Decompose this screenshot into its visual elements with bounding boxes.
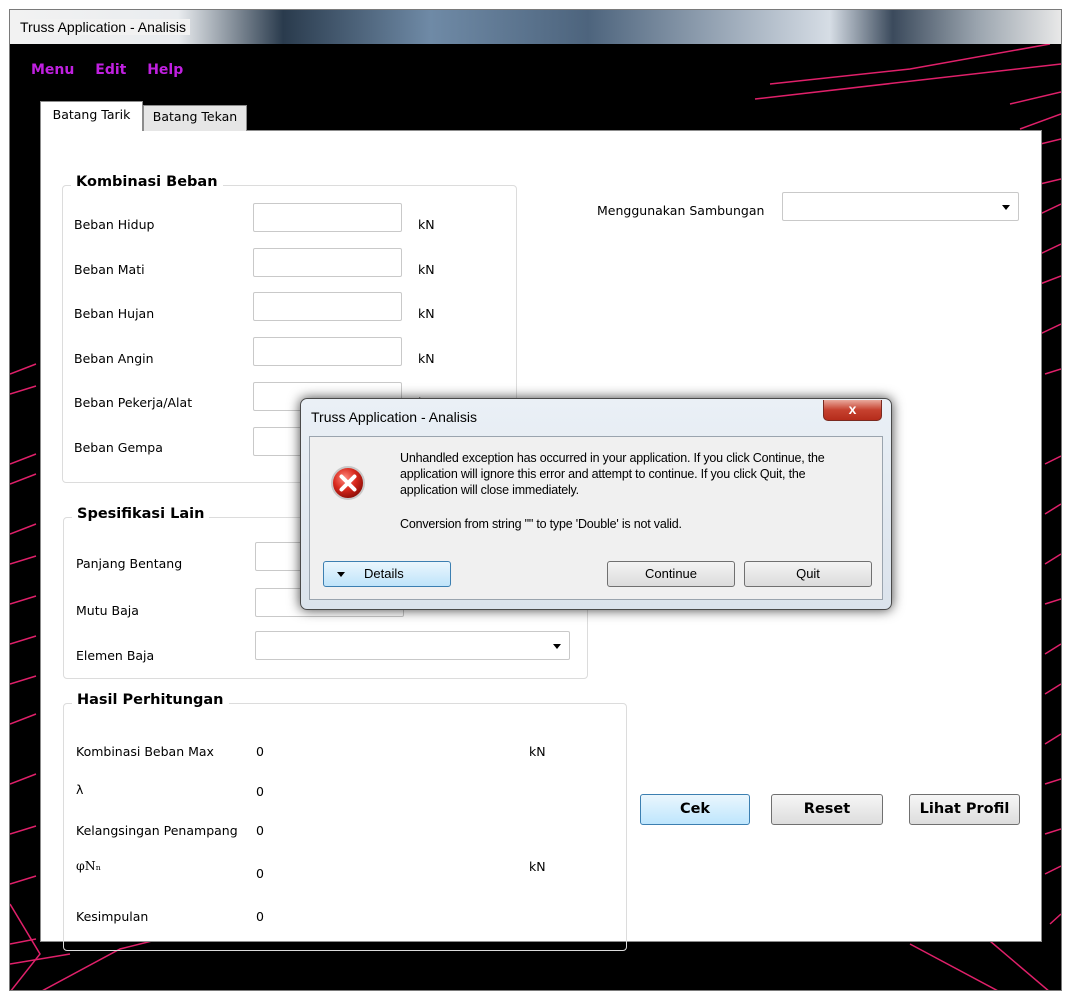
chevron-down-icon bbox=[553, 644, 561, 649]
label-phi-nn: φNₙ bbox=[76, 858, 102, 873]
label-kesimpulan: Kesimpulan bbox=[76, 909, 149, 924]
tab-batang-tekan[interactable]: Batang Tekan bbox=[143, 105, 247, 131]
label-beban-hidup: Beban Hidup bbox=[74, 217, 155, 232]
value-kombinasi-beban-max: 0 bbox=[256, 744, 264, 759]
group-title: Spesifikasi Lain bbox=[72, 506, 210, 522]
close-button[interactable]: x bbox=[823, 400, 882, 421]
cek-button[interactable]: Cek bbox=[640, 794, 750, 825]
lihat-profil-button[interactable]: Lihat Profil bbox=[909, 794, 1020, 825]
menu-item-help[interactable]: Help bbox=[147, 62, 183, 78]
label-beban-mati: Beban Mati bbox=[74, 262, 145, 277]
beban-mati-input[interactable] bbox=[253, 248, 402, 277]
error-icon bbox=[331, 466, 365, 500]
dialog-body: Unhandled exception has occurred in your… bbox=[309, 436, 883, 600]
elemen-baja-dropdown[interactable] bbox=[255, 631, 570, 660]
menu-item-edit[interactable]: Edit bbox=[95, 62, 126, 78]
menu-bar: Menu Edit Help bbox=[31, 62, 199, 78]
unit-beban-hidup: kN bbox=[418, 217, 435, 232]
label-mutu-baja: Mutu Baja bbox=[76, 603, 139, 618]
beban-hujan-input[interactable] bbox=[253, 292, 402, 321]
group-title: Kombinasi Beban bbox=[71, 174, 223, 190]
value-kelangsingan-penampang: 0 bbox=[256, 823, 264, 838]
unit-beban-hujan: kN bbox=[418, 306, 435, 321]
close-icon: x bbox=[848, 401, 857, 417]
dialog-message: Unhandled exception has occurred in your… bbox=[400, 451, 825, 497]
value-lambda: 0 bbox=[256, 784, 264, 799]
beban-angin-input[interactable] bbox=[253, 337, 402, 366]
dialog-error-detail: Conversion from string "" to type 'Doubl… bbox=[400, 517, 682, 531]
details-label: Details bbox=[364, 566, 404, 581]
unit-kombinasi-beban-max: kN bbox=[529, 744, 546, 759]
label-beban-hujan: Beban Hujan bbox=[74, 306, 155, 321]
label-beban-pekerja: Beban Pekerja/Alat bbox=[74, 395, 193, 410]
menu-item-menu[interactable]: Menu bbox=[31, 62, 74, 78]
window-title: Truss Application - Analisis bbox=[18, 19, 190, 35]
unit-phi-nn: kN bbox=[529, 859, 546, 874]
dialog-title: Truss Application - Analisis bbox=[311, 409, 477, 425]
value-kesimpulan: 0 bbox=[256, 909, 264, 924]
label-beban-angin: Beban Angin bbox=[74, 351, 154, 366]
group-title: Hasil Perhitungan bbox=[72, 692, 229, 708]
quit-button[interactable]: Quit bbox=[744, 561, 872, 587]
tab-batang-tarik[interactable]: Batang Tarik bbox=[40, 101, 143, 131]
value-phi-nn: 0 bbox=[256, 866, 264, 881]
unit-beban-angin: kN bbox=[418, 351, 435, 366]
label-panjang-bentang: Panjang Bentang bbox=[76, 556, 183, 571]
label-kelangsingan-penampang: Kelangsingan Penampang bbox=[76, 823, 238, 838]
label-lambda: λ bbox=[76, 782, 84, 797]
details-button[interactable]: Details bbox=[323, 561, 451, 587]
label-kombinasi-beban-max: Kombinasi Beban Max bbox=[76, 744, 214, 759]
label-elemen-baja: Elemen Baja bbox=[76, 648, 155, 663]
title-bar[interactable]: Truss Application - Analisis bbox=[10, 10, 1061, 44]
error-dialog: Truss Application - Analisis x Unhandled… bbox=[300, 398, 892, 610]
label-beban-gempa: Beban Gempa bbox=[74, 440, 163, 455]
continue-button[interactable]: Continue bbox=[607, 561, 735, 587]
unit-beban-mati: kN bbox=[418, 262, 435, 277]
sambungan-dropdown[interactable] bbox=[782, 192, 1019, 221]
label-sambungan: Menggunakan Sambungan bbox=[597, 203, 765, 218]
beban-hidup-input[interactable] bbox=[253, 203, 402, 232]
reset-button[interactable]: Reset bbox=[771, 794, 883, 825]
chevron-down-icon bbox=[337, 572, 345, 577]
chevron-down-icon bbox=[1002, 205, 1010, 210]
